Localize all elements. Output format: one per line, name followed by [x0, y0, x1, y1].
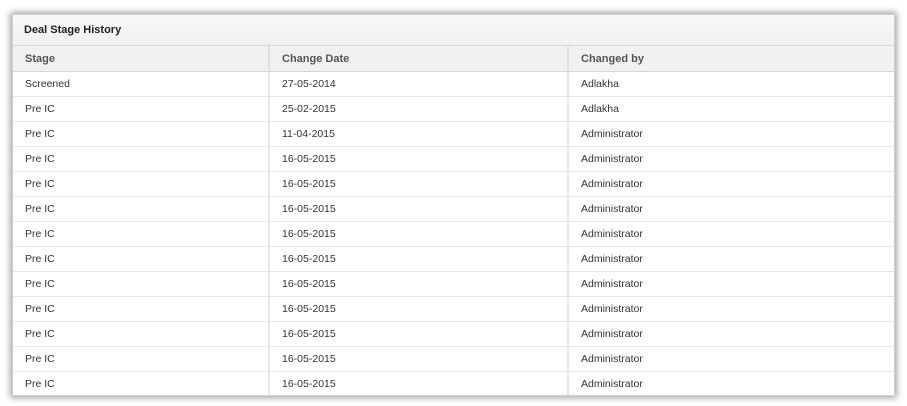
cell-change-date: 16-05-2015	[269, 171, 569, 197]
cell-stage: Pre IC	[13, 121, 270, 147]
cell-changed-by: Administrator	[568, 371, 894, 395]
cell-changed-by: Administrator	[568, 246, 894, 272]
cell-changed-by: Administrator	[568, 271, 894, 297]
header-row: Stage Change Date Changed by	[13, 46, 894, 72]
cell-stage: Pre IC	[13, 196, 270, 222]
cell-changed-by: Administrator	[568, 346, 894, 372]
cell-stage: Pre IC	[13, 171, 270, 197]
cell-change-date: 25-02-2015	[269, 96, 569, 122]
table-row[interactable]: Pre IC 16-05-2015 Administrator	[13, 271, 894, 297]
cell-changed-by: Administrator	[568, 146, 894, 172]
table-row[interactable]: Pre IC 16-05-2015 Administrator	[13, 296, 894, 322]
cell-change-date: 16-05-2015	[269, 146, 569, 172]
cell-change-date: 16-05-2015	[269, 371, 569, 395]
cell-changed-by: Administrator	[568, 121, 894, 147]
cell-stage: Pre IC	[13, 371, 270, 395]
table-row[interactable]: Pre IC 16-05-2015 Administrator	[13, 171, 894, 197]
cell-change-date: 16-05-2015	[269, 346, 569, 372]
cell-change-date: 16-05-2015	[269, 321, 569, 347]
cell-stage: Pre IC	[13, 346, 270, 372]
table-row[interactable]: Pre IC 25-02-2015 Adlakha	[13, 96, 894, 122]
table-row[interactable]: Pre IC 16-05-2015 Administrator	[13, 246, 894, 272]
column-header-change-date[interactable]: Change Date	[269, 46, 569, 72]
cell-changed-by: Administrator	[568, 321, 894, 347]
cell-stage: Pre IC	[13, 271, 270, 297]
deal-stage-history-table: Stage Change Date Changed by Screened 27…	[13, 46, 894, 395]
table-row[interactable]: Pre IC 16-05-2015 Administrator	[13, 346, 894, 372]
cell-change-date: 16-05-2015	[269, 196, 569, 222]
cell-stage: Screened	[13, 71, 270, 97]
table-header: Stage Change Date Changed by	[13, 46, 894, 72]
cell-changed-by: Adlakha	[568, 96, 894, 122]
cell-stage: Pre IC	[13, 321, 270, 347]
cell-changed-by: Administrator	[568, 221, 894, 247]
table-row[interactable]: Pre IC 16-05-2015 Administrator	[13, 221, 894, 247]
cell-change-date: 16-05-2015	[269, 296, 569, 322]
table-row[interactable]: Pre IC 16-05-2015 Administrator	[13, 146, 894, 172]
table-body: Screened 27-05-2014 Adlakha Pre IC 25-02…	[13, 71, 894, 395]
cell-changed-by: Adlakha	[568, 71, 894, 97]
cell-change-date: 11-04-2015	[269, 121, 569, 147]
cell-stage: Pre IC	[13, 296, 270, 322]
deal-stage-history-panel: Deal Stage History Stage Change Date Cha…	[12, 14, 895, 396]
cell-stage: Pre IC	[13, 146, 270, 172]
cell-changed-by: Administrator	[568, 296, 894, 322]
cell-stage: Pre IC	[13, 246, 270, 272]
cell-stage: Pre IC	[13, 221, 270, 247]
column-header-stage[interactable]: Stage	[13, 46, 270, 72]
column-header-changed-by[interactable]: Changed by	[568, 46, 894, 72]
table-row[interactable]: Screened 27-05-2014 Adlakha	[13, 71, 894, 97]
table-row[interactable]: Pre IC 16-05-2015 Administrator	[13, 321, 894, 347]
cell-stage: Pre IC	[13, 96, 270, 122]
table-row[interactable]: Pre IC 16-05-2015 Administrator	[13, 371, 894, 395]
cell-change-date: 16-05-2015	[269, 221, 569, 247]
cell-changed-by: Administrator	[568, 196, 894, 222]
table-row[interactable]: Pre IC 11-04-2015 Administrator	[13, 121, 894, 147]
panel-title: Deal Stage History	[13, 15, 894, 46]
cell-change-date: 27-05-2014	[269, 71, 569, 97]
cell-change-date: 16-05-2015	[269, 246, 569, 272]
cell-changed-by: Administrator	[568, 171, 894, 197]
cell-change-date: 16-05-2015	[269, 271, 569, 297]
table-row[interactable]: Pre IC 16-05-2015 Administrator	[13, 196, 894, 222]
